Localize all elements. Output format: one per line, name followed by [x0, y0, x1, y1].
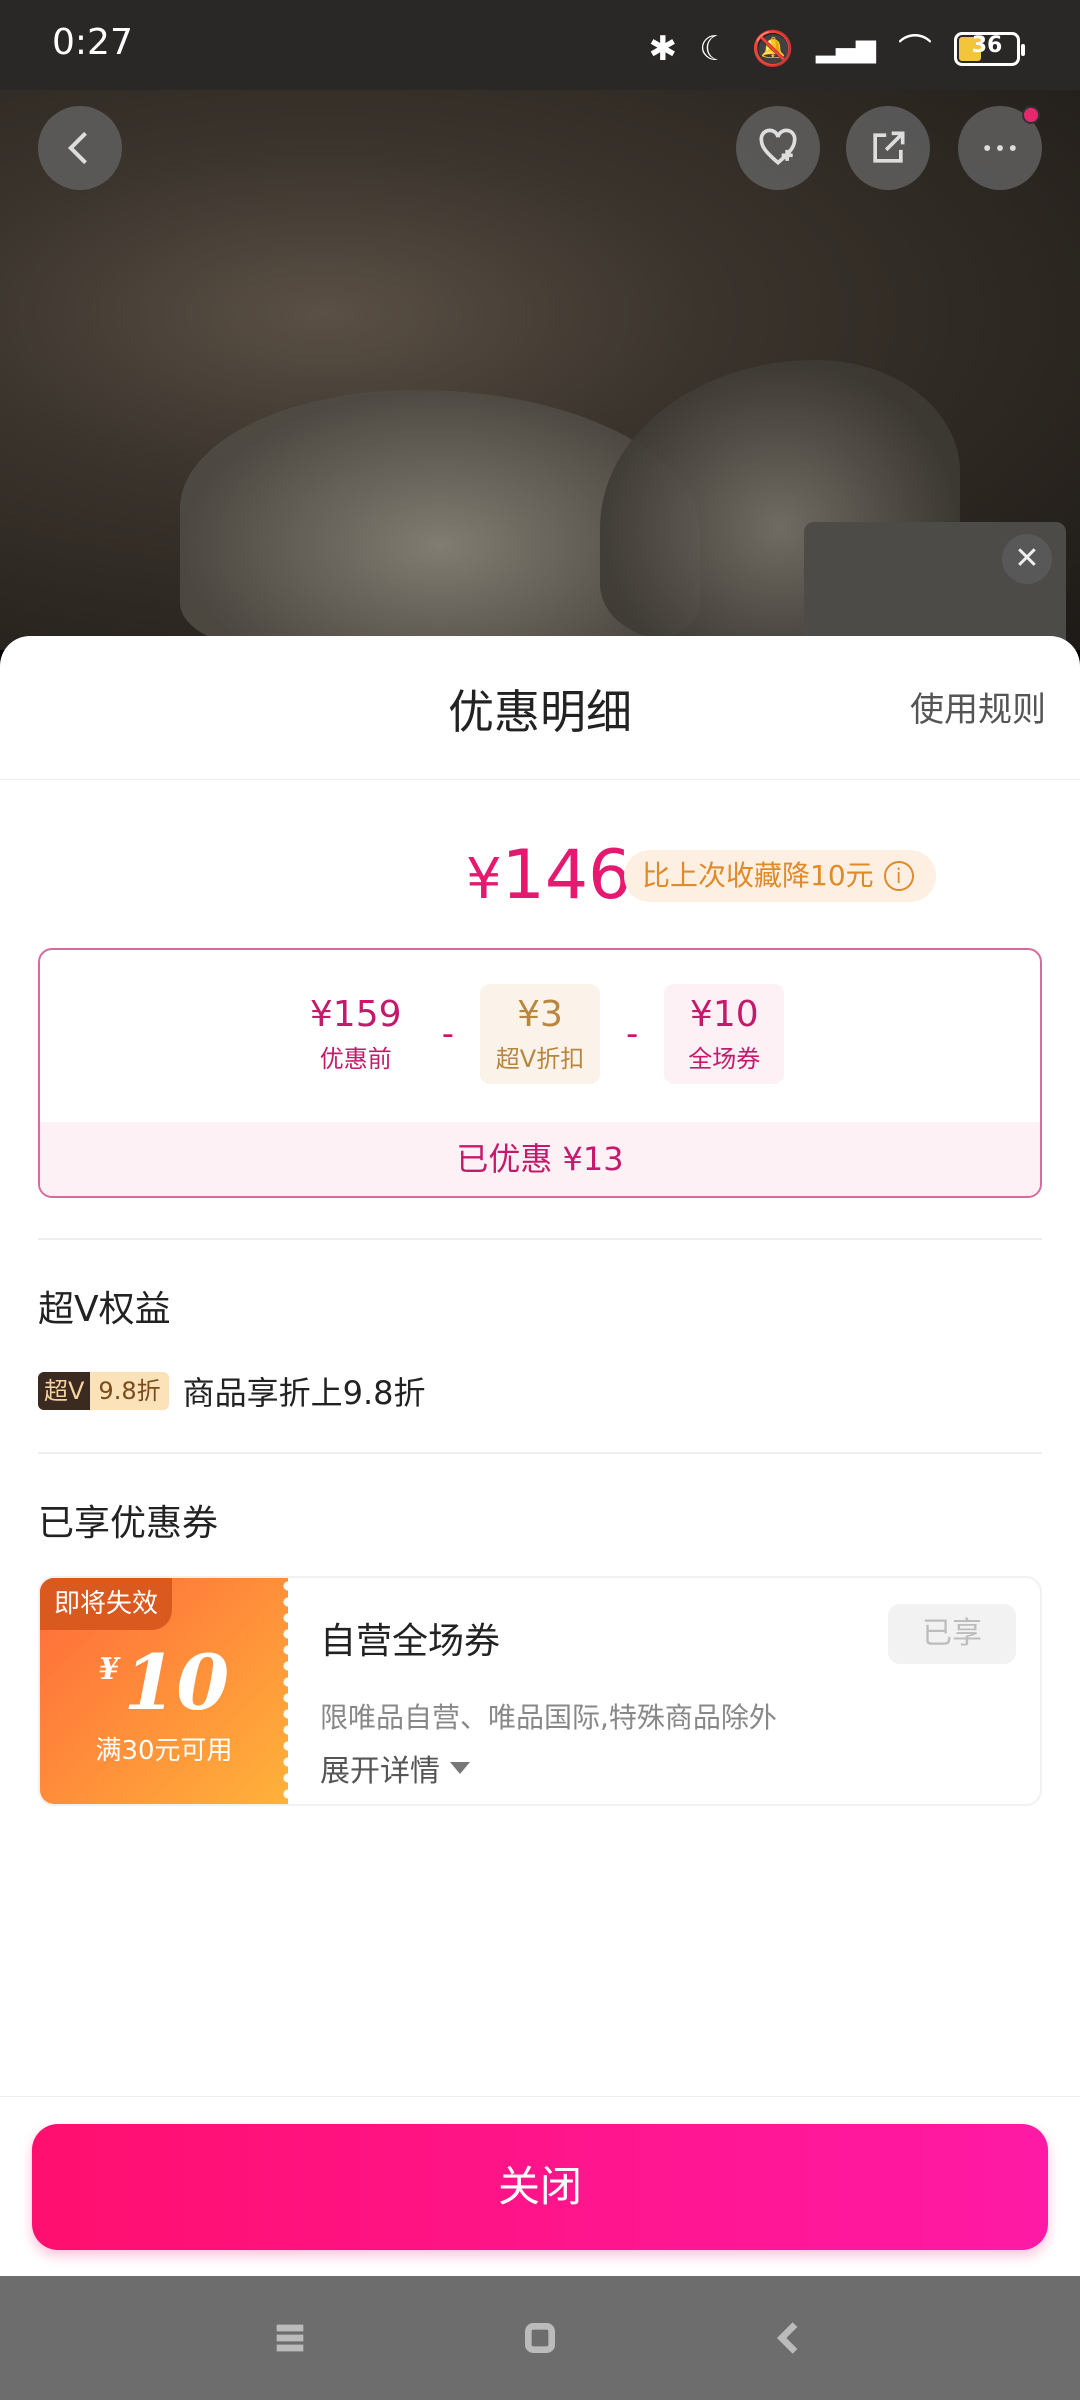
favorite-button[interactable]: [736, 106, 820, 190]
price-breakdown-box: ¥159 优惠前 - ¥3 超V折扣 - ¥10 全场券 已优惠 ¥13: [38, 948, 1042, 1198]
footer-divider: [0, 2096, 1080, 2097]
coupon-amount: ¥10: [98, 1638, 230, 1727]
vip-section-title: 超V权益: [38, 1289, 171, 1330]
minus-sign: -: [441, 1014, 454, 1054]
expand-details-link[interactable]: 展开详情: [320, 1746, 470, 1790]
coupon-name: 自营全场券: [320, 1621, 501, 1662]
status-bar: 0:27 ✱ ☾ 🔕 ▂▄▆ ⌒ 36: [0, 0, 1080, 90]
final-price: ¥146: [466, 836, 632, 915]
info-icon: i: [883, 861, 914, 891]
coupon-status-button[interactable]: 已享: [888, 1604, 1016, 1664]
vip-benefit-text: 商品享折上9.8折: [182, 1374, 426, 1412]
coupon-value-panel: 即将失效 ¥10 满30元可用: [40, 1578, 294, 1804]
back-nav-icon[interactable]: [770, 2318, 810, 2358]
total-saved: 已优惠 ¥13: [40, 1122, 1040, 1196]
moon-icon: ☾: [699, 28, 730, 69]
coupon-condition: 满30元可用: [95, 1736, 233, 1766]
price-drop-note[interactable]: 比上次收藏降10元 i: [624, 850, 936, 902]
vip-discount-cell: ¥3 超V折扣: [480, 984, 600, 1084]
expiring-badge: 即将失效: [40, 1578, 173, 1630]
coupon-card: 即将失效 ¥10 满30元可用 自营全场券 限唯品自营、唯品国际,特殊商品除外 …: [38, 1576, 1042, 1806]
system-nav-bar: [0, 2276, 1080, 2400]
battery-icon: 36: [954, 31, 1025, 66]
divider: [38, 1238, 1042, 1240]
sheet-header: 优惠明细 使用规则: [0, 636, 1080, 780]
original-price-cell: ¥159 优惠前: [309, 994, 402, 1073]
muted-bell-icon: 🔕: [751, 28, 794, 69]
caret-down-icon: [450, 1762, 470, 1774]
chevron-left-icon: [67, 131, 87, 165]
share-button[interactable]: [846, 106, 930, 190]
heart-plus-icon: [759, 128, 797, 166]
usage-rules-link[interactable]: 使用规则: [910, 682, 1046, 731]
more-dots-icon: [984, 145, 1016, 151]
status-time: 0:27: [52, 22, 133, 63]
notification-dot: [1022, 106, 1040, 124]
close-icon[interactable]: ✕: [1002, 534, 1052, 584]
battery-level: 36: [971, 32, 1003, 58]
coupon-section-title: 已享优惠券: [38, 1503, 219, 1544]
close-button[interactable]: 关闭: [32, 2124, 1048, 2250]
divider: [38, 1452, 1042, 1454]
coupon-discount-cell: ¥10 全场券: [664, 984, 785, 1084]
back-button[interactable]: [38, 106, 122, 190]
wifi-icon: ⌒: [898, 32, 932, 72]
coupon-description: 限唯品自营、唯品国际,特殊商品除外: [320, 1701, 777, 1734]
share-icon: [873, 131, 905, 163]
status-icons: ✱ ☾ 🔕 ▂▄▆ ⌒ 36: [648, 24, 1025, 73]
more-button[interactable]: [958, 106, 1042, 190]
signal-icon: ▂▄▆: [816, 33, 876, 64]
bluetooth-icon: ✱: [648, 28, 678, 69]
minus-sign: -: [626, 1014, 639, 1054]
menu-icon[interactable]: [270, 2318, 310, 2358]
discount-detail-sheet: 优惠明细 使用规则 ¥146 比上次收藏降10元 i ¥159 优惠前 - ¥3…: [0, 636, 1080, 2276]
home-icon[interactable]: [520, 2318, 560, 2358]
vip-benefit-row: 超V 9.8折 商品享折上9.8折: [38, 1368, 426, 1414]
final-price-row: ¥146 比上次收藏降10元 i: [0, 836, 1080, 916]
vip-badge: 超V 9.8折: [38, 1372, 169, 1410]
